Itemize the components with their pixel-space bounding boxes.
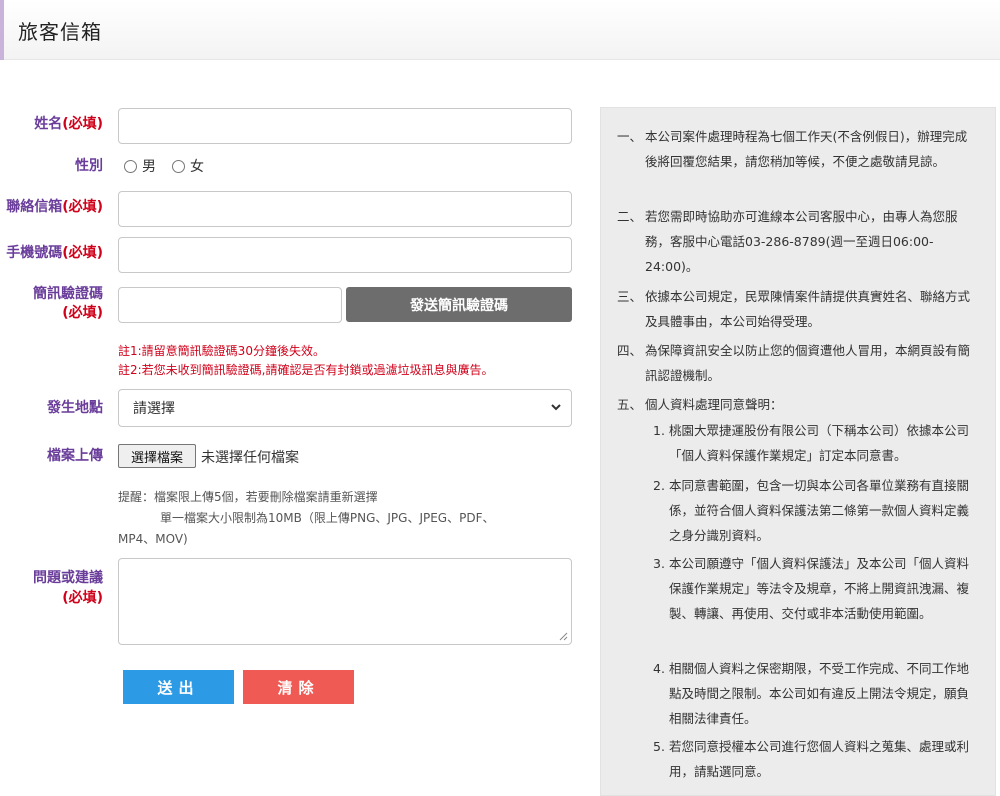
upload-tip-3: MP4、MOV) bbox=[118, 532, 188, 546]
resize-grip-icon[interactable] bbox=[559, 632, 568, 641]
info-panel: 一、 本公司案件處理時程為七個工作天(不含例假日)，辦理完成後將回覆您結果，請您… bbox=[600, 107, 996, 796]
question-label: 問題或建議 bbox=[33, 570, 103, 586]
submit-button[interactable]: 送出 bbox=[123, 670, 234, 704]
sms-code-input[interactable] bbox=[118, 287, 342, 323]
consent-item: 4. 相關個人資料之保密期限，不受工作完成、不同工作地點及時間之限制。本公司如有… bbox=[653, 661, 970, 726]
page-title: 旅客信箱 bbox=[18, 20, 102, 44]
consent-item: 5. 若您同意授權本公司進行您個人資料之蒐集、處理或利用，請點選同意。 bbox=[653, 739, 970, 779]
upload-label: 檔案上傳 bbox=[47, 448, 103, 464]
sms-note-2: 註2:若您未收到簡訊驗證碼,請確認是否有封鎖或過濾垃圾訊息與廣告。 bbox=[118, 363, 494, 377]
gender-female-label[interactable]: 女 bbox=[190, 156, 204, 176]
choose-file-button[interactable]: 選擇檔案 bbox=[118, 444, 196, 468]
required-mark: (必填) bbox=[62, 199, 103, 215]
location-label: 發生地點 bbox=[47, 400, 103, 416]
name-input[interactable] bbox=[118, 108, 572, 144]
required-mark: (必填) bbox=[62, 116, 103, 132]
clear-button[interactable]: 清除 bbox=[243, 670, 354, 704]
question-required-mark: (必填) bbox=[62, 590, 103, 606]
consent-item: 1. 桃園大眾捷運股份有限公司（下稱本公司）依據本公司「個人資料保護作業規定」訂… bbox=[653, 423, 970, 463]
email-label: 聯絡信箱(必填) bbox=[6, 199, 103, 215]
info-item: 二、 若您需即時協助亦可進線本公司客服中心，由專人為您服務，客服中心電話03-2… bbox=[617, 209, 958, 274]
header-accent-bar bbox=[0, 0, 4, 60]
upload-tip-2: 單一檔案大小限制為10MB（限上傳PNG、JPG、JPEG、PDF、 bbox=[160, 511, 495, 525]
sms-label: 簡訊驗證碼 bbox=[33, 286, 103, 302]
consent-item: 2. 本同意書範圍，包含一切與本公司各單位業務有直接關係，並符合個人資料保護法第… bbox=[653, 478, 970, 543]
gender-label: 性別 bbox=[75, 158, 103, 174]
email-input[interactable] bbox=[118, 191, 572, 227]
info-item: 一、 本公司案件處理時程為七個工作天(不含例假日)，辦理完成後將回覆您結果，請您… bbox=[617, 129, 968, 169]
location-select-value: 請選擇 bbox=[133, 401, 175, 417]
chevron-down-icon bbox=[551, 404, 561, 411]
info-item: 四、 為保障資訊安全以防止您的個資遭他人冒用，本網頁設有簡訊認證機制。 bbox=[617, 343, 971, 383]
upload-tip-1: 提醒：檔案限上傳5個，若要刪除檔案請重新選擇 bbox=[118, 490, 378, 504]
location-select[interactable]: 請選擇 bbox=[118, 389, 572, 427]
gender-radio-group: 男 女 bbox=[124, 156, 220, 176]
question-textarea[interactable] bbox=[118, 558, 572, 645]
sms-required-mark: (必填) bbox=[62, 305, 103, 321]
gender-male-radio[interactable] bbox=[124, 159, 137, 173]
info-item: 五、 個人資料處理同意聲明： bbox=[617, 397, 783, 412]
info-item: 三、 依據本公司規定，民眾陳情案件請提供真實姓名、聯絡方式及具體事由，本公司始得… bbox=[617, 289, 971, 329]
consent-item: 3. 本公司願遵守「個人資料保護法」及本公司「個人資料保護作業規定」等法令及規章… bbox=[653, 556, 970, 621]
phone-input[interactable] bbox=[118, 237, 572, 273]
name-label: 姓名(必填) bbox=[34, 116, 103, 132]
page-header: 旅客信箱 bbox=[0, 0, 1000, 60]
gender-male-label[interactable]: 男 bbox=[142, 156, 156, 176]
required-mark: (必填) bbox=[62, 245, 103, 261]
sms-note-1: 註1:請留意簡訊驗證碼30分鐘後失效。 bbox=[118, 344, 325, 358]
gender-female-radio[interactable] bbox=[172, 159, 185, 173]
send-sms-code-button[interactable]: 發送簡訊驗證碼 bbox=[346, 287, 572, 322]
file-status-text: 未選擇任何檔案 bbox=[201, 450, 299, 466]
phone-label: 手機號碼(必填) bbox=[6, 245, 103, 261]
